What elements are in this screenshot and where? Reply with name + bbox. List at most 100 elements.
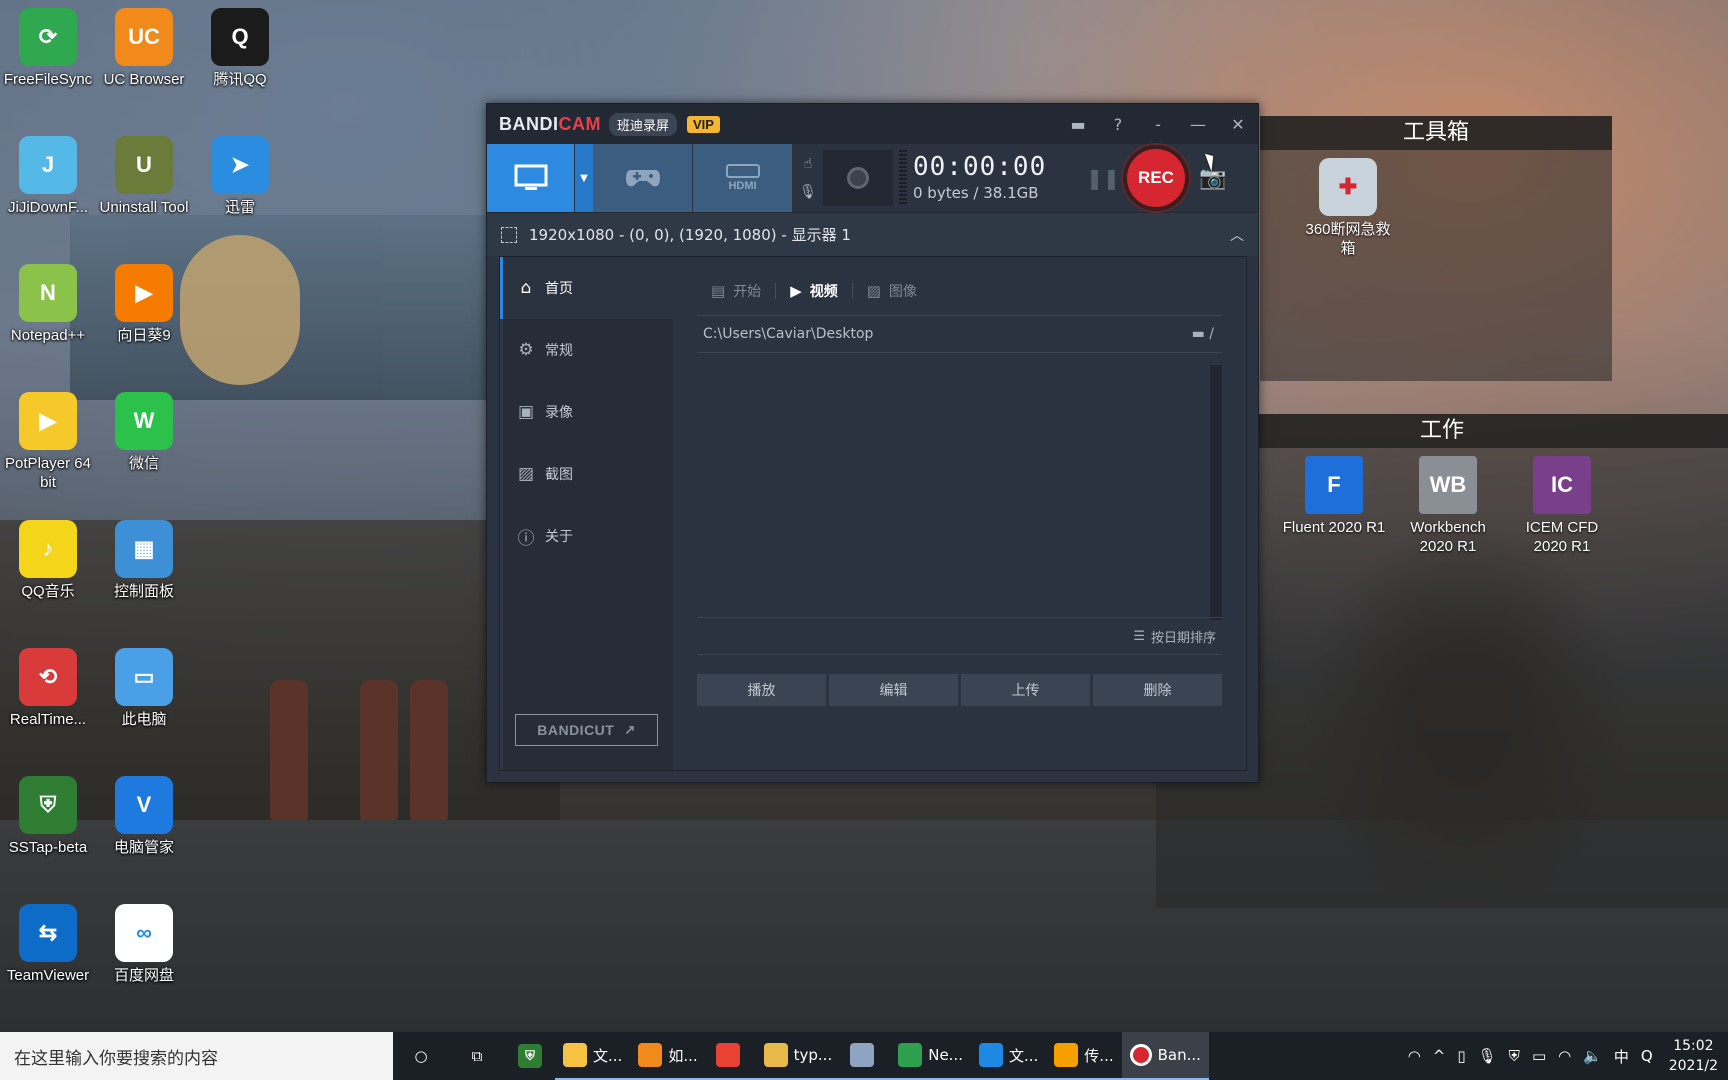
desktop-icon[interactable]: IC ICEM CFD 2020 R1 [1510, 456, 1614, 556]
desktop-icon[interactable]: Q 腾讯QQ [192, 8, 288, 89]
desktop-icon[interactable]: U Uninstall Tool [96, 136, 192, 217]
desktop-icon[interactable]: V 电脑管家 [96, 776, 192, 857]
desktop-icon-label: FreeFileSync [3, 71, 93, 88]
taskbar-app-icon [1054, 1043, 1079, 1067]
help-icon[interactable]: ? [1098, 104, 1138, 144]
desktop-icon[interactable]: ⟳ FreeFileSync [0, 8, 96, 89]
cortana-icon[interactable]: ○ [393, 1032, 449, 1080]
shield-icon[interactable]: ⛨ [1503, 1047, 1526, 1065]
tab-image[interactable]: ▨ 图像 [853, 279, 931, 303]
desktop-icon[interactable]: ▦ 控制面板 [96, 520, 192, 601]
taskbar-item[interactable]: typ... [755, 1032, 841, 1080]
sidebar-item-home[interactable]: ⌂ 首页 [500, 257, 673, 319]
screenshot-icon[interactable]: 📷 [1189, 144, 1237, 212]
sidebar-item-general[interactable]: ⚙ 常规 [503, 319, 673, 381]
sidebar-item-image[interactable]: ▨ 截图 [503, 443, 673, 505]
file-list[interactable] [697, 353, 1222, 620]
app-icon: WB [1419, 456, 1477, 514]
folder-icon[interactable]: ▬ [1058, 104, 1098, 144]
desktop-icon[interactable]: ♪ QQ音乐 [0, 520, 96, 601]
desktop-icon[interactable]: J JiJiDownF... [0, 136, 96, 217]
app-icon: ♪ [19, 520, 77, 578]
wifi-icon[interactable]: ◠ [1402, 1047, 1427, 1065]
desktop-icon-label: 腾讯QQ [213, 71, 267, 88]
microphone-icon[interactable]: 🎙 [799, 184, 817, 200]
taskbar-item[interactable]: Ban... [1121, 1032, 1209, 1080]
close-icon[interactable]: ✕ [1218, 104, 1258, 144]
sidebar-item-video[interactable]: ▣ 录像 [503, 381, 673, 443]
tab-video[interactable]: ▶ 视频 [776, 279, 852, 303]
screen-mode-button[interactable] [487, 144, 575, 212]
image-settings-icon: ▨ [517, 464, 535, 484]
sort-by-date-button[interactable]: ☰ 按日期排序 [697, 617, 1222, 655]
input-method-indicator[interactable]: 中 [1608, 1046, 1635, 1067]
file-actions: 播放 编辑 上传 删除 [697, 674, 1222, 706]
desktop-icon[interactable]: ▶ 向日葵9 [96, 264, 192, 345]
microphone-icon[interactable]: 🎙 [1472, 1047, 1503, 1065]
desktop-icon[interactable]: UC UC Browser [96, 8, 192, 89]
desktop-icon[interactable]: ⟲ RealTime... [0, 648, 96, 729]
capture-area-bar[interactable]: 1920x1080 - (0, 0), (1920, 1080) - 显示器 1… [487, 212, 1258, 256]
file-list-scrollbar[interactable] [1210, 365, 1222, 620]
clock[interactable]: 15:02 2021/2 [1659, 1036, 1728, 1076]
first-aid-kit-icon: ✚ [1319, 158, 1377, 216]
play-button[interactable]: 播放 [697, 674, 826, 706]
taskbar-app-icon [978, 1043, 1003, 1067]
tab-start[interactable]: ▤ 开始 [697, 279, 775, 303]
network-icon[interactable]: ◠ [1552, 1047, 1577, 1065]
app-icon: ⟳ [19, 8, 77, 66]
desktop-icon-label: 控制面板 [113, 583, 174, 600]
rec-button[interactable]: REC [1123, 145, 1189, 211]
desktop-icon-label: ICEM CFD 2020 R1 [1525, 519, 1599, 555]
taskbar-item[interactable] [840, 1032, 891, 1080]
device-mode-button[interactable]: HDMI [693, 144, 793, 212]
maximize-icon[interactable]: — [1178, 104, 1218, 144]
taskbar-item[interactable]: Ne... [890, 1032, 971, 1080]
desktop-icon[interactable]: ▶ PotPlayer 64 bit [0, 392, 96, 492]
desktop-icon[interactable]: ➤ 迅雷 [192, 136, 288, 217]
desktop-icon[interactable]: F Fluent 2020 R1 [1282, 456, 1386, 537]
app-icon: J [19, 136, 77, 194]
upload-button[interactable]: 上传 [961, 674, 1090, 706]
delete-button[interactable]: 删除 [1093, 674, 1222, 706]
minimize-icon[interactable]: ‐ [1138, 104, 1178, 144]
taskbar-item[interactable] [705, 1032, 756, 1080]
bandicut-button[interactable]: BANDICUT ↗ [515, 714, 658, 746]
content-tabs: ▤ 开始 ▶ 视频 ▨ 图像 [697, 279, 931, 303]
usb-icon[interactable]: ▯ [1451, 1047, 1471, 1065]
webcam-button[interactable] [823, 150, 893, 206]
desktop-icon[interactable]: ⇆ TeamViewer [0, 904, 96, 985]
search-app-icon[interactable]: Q [1635, 1047, 1659, 1065]
desktop-icon[interactable]: W 微信 [96, 392, 192, 473]
chevron-up-icon[interactable]: ︿ [1230, 225, 1244, 245]
taskbar-app-icon [638, 1043, 663, 1067]
desktop-icon[interactable]: ∞ 百度网盘 [96, 904, 192, 985]
taskbar-search-input[interactable]: 在这里输入你要搜索的内容 [0, 1032, 393, 1080]
volume-icon[interactable]: 🔈 [1577, 1047, 1608, 1065]
security-app-icon[interactable]: ⛨ [505, 1032, 555, 1080]
pause-button[interactable]: ❚❚ [1083, 144, 1123, 212]
game-mode-button[interactable] [593, 144, 693, 212]
desktop-icon-360-rescue[interactable]: ✚ 360断网急救箱 [1300, 158, 1396, 258]
taskbar-item-label: 如... [668, 1046, 698, 1065]
app-icon: ▦ [115, 520, 173, 578]
task-view-icon[interactable]: ⧉ [449, 1032, 505, 1080]
taskbar-item[interactable]: 文... [555, 1032, 631, 1080]
taskbar-item[interactable]: 传... [1046, 1032, 1122, 1080]
cursor-effect-icon[interactable]: ☝ [804, 156, 813, 172]
desktop-icon[interactable]: ⛨ SSTap-beta [0, 776, 96, 857]
output-path: C:\Users\Caviar\Desktop ▬ / [697, 315, 1222, 353]
background-pump [360, 680, 398, 820]
desktop-icon[interactable]: N Notepad++ [0, 264, 96, 345]
desktop-icon[interactable]: WB Workbench 2020 R1 [1396, 456, 1500, 556]
system-tray: ◠ ^ ▯ 🎙 ⛨ ▭ ◠ 🔈 中 Q 15:02 2021/2 [1402, 1032, 1728, 1080]
mode-dropdown-button[interactable]: ▼ [575, 144, 593, 212]
battery-icon[interactable]: ▭ [1526, 1047, 1552, 1065]
sidebar-item-about[interactable]: ⓘ 关于 [503, 505, 673, 567]
taskbar-item[interactable]: 如... [630, 1032, 706, 1080]
open-folder-button[interactable]: ▬ / [1192, 326, 1214, 342]
chevron-up-icon[interactable]: ^ [1427, 1047, 1452, 1065]
taskbar-item[interactable]: 文... [970, 1032, 1047, 1080]
desktop-icon[interactable]: ▭ 此电脑 [96, 648, 192, 729]
edit-button[interactable]: 编辑 [829, 674, 958, 706]
